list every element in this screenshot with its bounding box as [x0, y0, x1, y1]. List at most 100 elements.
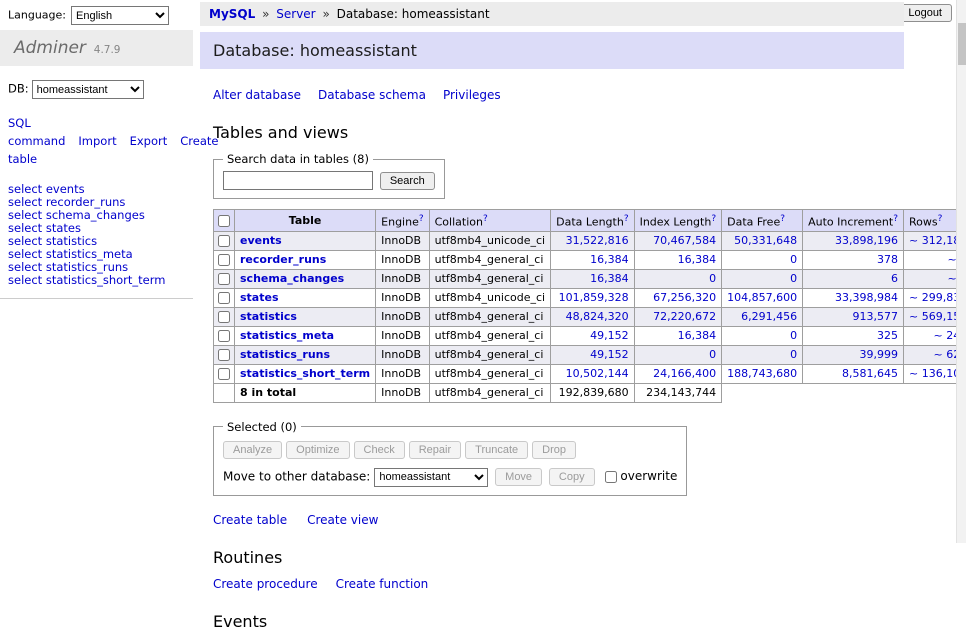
row-checkbox[interactable] [218, 273, 230, 285]
routine-link[interactable]: Create procedure [213, 577, 318, 591]
help-link[interactable]: ? [780, 214, 785, 224]
auto-increment-link[interactable]: 378 [877, 253, 898, 266]
bulk-action-button[interactable]: Optimize [286, 441, 349, 459]
bulk-action-button[interactable]: Truncate [465, 441, 528, 459]
data-free-link[interactable]: 104,857,600 [727, 291, 797, 304]
select-all-checkbox[interactable] [218, 215, 230, 227]
help-link[interactable]: ? [624, 214, 629, 224]
auto-increment-link[interactable]: 325 [877, 329, 898, 342]
data-length-link[interactable]: 49,152 [590, 329, 629, 342]
move-button[interactable]: Move [495, 468, 542, 486]
row-checkbox[interactable] [218, 254, 230, 266]
data-length-link[interactable]: 48,824,320 [566, 310, 629, 323]
auto-increment-link[interactable]: 913,577 [853, 310, 899, 323]
sidebar-action-link[interactable]: Export [130, 134, 168, 148]
language-select[interactable]: English [71, 6, 169, 25]
cell-table-name: schema_changes [235, 269, 376, 288]
table-name-link[interactable]: statistics_runs [240, 348, 330, 361]
breadcrumb-link-mysql[interactable]: MySQL [209, 7, 255, 21]
auto-increment-link[interactable]: 39,999 [860, 348, 899, 361]
auto-increment-link[interactable]: 33,898,196 [835, 234, 898, 247]
sidebar-table-link[interactable]: select statistics_short_term [8, 274, 185, 287]
row-checkbox[interactable] [218, 311, 230, 323]
database-action-link[interactable]: Privileges [443, 88, 501, 102]
vertical-scrollbar[interactable] [956, 0, 966, 543]
table-name-link[interactable]: statistics_meta [240, 329, 334, 342]
db-select[interactable]: homeassistant [32, 80, 144, 99]
bulk-action-button[interactable]: Check [354, 441, 405, 459]
index-length-link[interactable]: 0 [709, 348, 716, 361]
help-link[interactable]: ? [893, 214, 898, 224]
content: MySQL » Server » Database: homeassistant… [200, 2, 904, 641]
help-link[interactable]: ? [419, 214, 424, 224]
table-name-link[interactable]: states [240, 291, 279, 304]
cell-collation: utf8mb4_general_ci [429, 326, 550, 345]
row-checkbox[interactable] [218, 349, 230, 361]
database-action-link[interactable]: Database schema [318, 88, 426, 102]
copy-button[interactable]: Copy [549, 468, 595, 486]
cell-collation: utf8mb4_general_ci [429, 364, 550, 383]
index-length-link[interactable]: 16,384 [678, 329, 717, 342]
data-length-link[interactable]: 49,152 [590, 348, 629, 361]
auto-increment-link[interactable]: 6 [891, 272, 898, 285]
table-row: statistics_short_term InnoDB utf8mb4_gen… [214, 364, 966, 383]
data-length-link[interactable]: 10,502,144 [566, 367, 629, 380]
sidebar-table-link[interactable]: select statistics_meta [8, 248, 185, 261]
logout-button[interactable]: Logout [898, 4, 952, 22]
table-name-link[interactable]: statistics [240, 310, 297, 323]
column-header: Data Free? [722, 210, 803, 232]
routine-link[interactable]: Create function [336, 577, 429, 591]
data-length-link[interactable]: 101,859,328 [559, 291, 629, 304]
index-length-link[interactable]: 16,384 [678, 253, 717, 266]
table-name-link[interactable]: events [240, 234, 282, 247]
data-free-link[interactable]: 188,743,680 [727, 367, 797, 380]
create-link[interactable]: Create table [213, 513, 287, 527]
scrollbar-thumb[interactable] [958, 23, 966, 65]
database-action-link[interactable]: Alter database [213, 88, 301, 102]
table-name-link[interactable]: recorder_runs [240, 253, 326, 266]
data-free-link[interactable]: 0 [790, 329, 797, 342]
data-length-link[interactable]: 31,522,816 [566, 234, 629, 247]
index-length-link[interactable]: 67,256,320 [653, 291, 716, 304]
breadcrumb-separator: » [262, 7, 269, 21]
move-db-select[interactable]: homeassistant [374, 468, 488, 487]
data-length-link[interactable]: 16,384 [590, 272, 629, 285]
overwrite-checkbox[interactable] [605, 471, 617, 483]
total-empty-cell [214, 383, 235, 402]
index-length-link[interactable]: 72,220,672 [653, 310, 716, 323]
breadcrumb-link-server[interactable]: Server [276, 7, 315, 21]
index-length-link[interactable]: 70,467,584 [653, 234, 716, 247]
selected-legend: Selected (0) [223, 420, 301, 434]
help-link[interactable]: ? [483, 214, 488, 224]
row-checkbox[interactable] [218, 368, 230, 380]
bulk-action-button[interactable]: Drop [532, 441, 576, 459]
row-checkbox[interactable] [218, 235, 230, 247]
total-index-length: 234,143,744 [634, 383, 722, 402]
index-length-link[interactable]: 0 [709, 272, 716, 285]
auto-increment-link[interactable]: 8,581,645 [842, 367, 898, 380]
row-checkbox[interactable] [218, 330, 230, 342]
data-length-link[interactable]: 16,384 [590, 253, 629, 266]
data-free-link[interactable]: 50,331,648 [734, 234, 797, 247]
index-length-link[interactable]: 24,166,400 [653, 367, 716, 380]
breadcrumb: MySQL » Server » Database: homeassistant [200, 2, 904, 26]
help-link[interactable]: ? [938, 214, 943, 224]
sidebar-action-link[interactable]: Import [78, 134, 116, 148]
sidebar-action-link[interactable]: SQL command [8, 116, 65, 148]
sidebar-table-link[interactable]: select statistics_runs [8, 261, 185, 274]
data-free-link[interactable]: 0 [790, 348, 797, 361]
create-link[interactable]: Create view [307, 513, 378, 527]
help-link[interactable]: ? [711, 214, 716, 224]
table-name-link[interactable]: statistics_short_term [240, 367, 370, 380]
search-input[interactable] [223, 171, 373, 190]
search-button[interactable]: Search [380, 172, 435, 190]
data-free-link[interactable]: 0 [790, 272, 797, 285]
data-free-link[interactable]: 6,291,456 [741, 310, 797, 323]
column-header-label: Data Length [556, 215, 624, 228]
table-name-link[interactable]: schema_changes [240, 272, 344, 285]
bulk-action-button[interactable]: Repair [409, 441, 461, 459]
row-checkbox[interactable] [218, 292, 230, 304]
auto-increment-link[interactable]: 33,398,984 [835, 291, 898, 304]
data-free-link[interactable]: 0 [790, 253, 797, 266]
bulk-action-button[interactable]: Analyze [223, 441, 282, 459]
